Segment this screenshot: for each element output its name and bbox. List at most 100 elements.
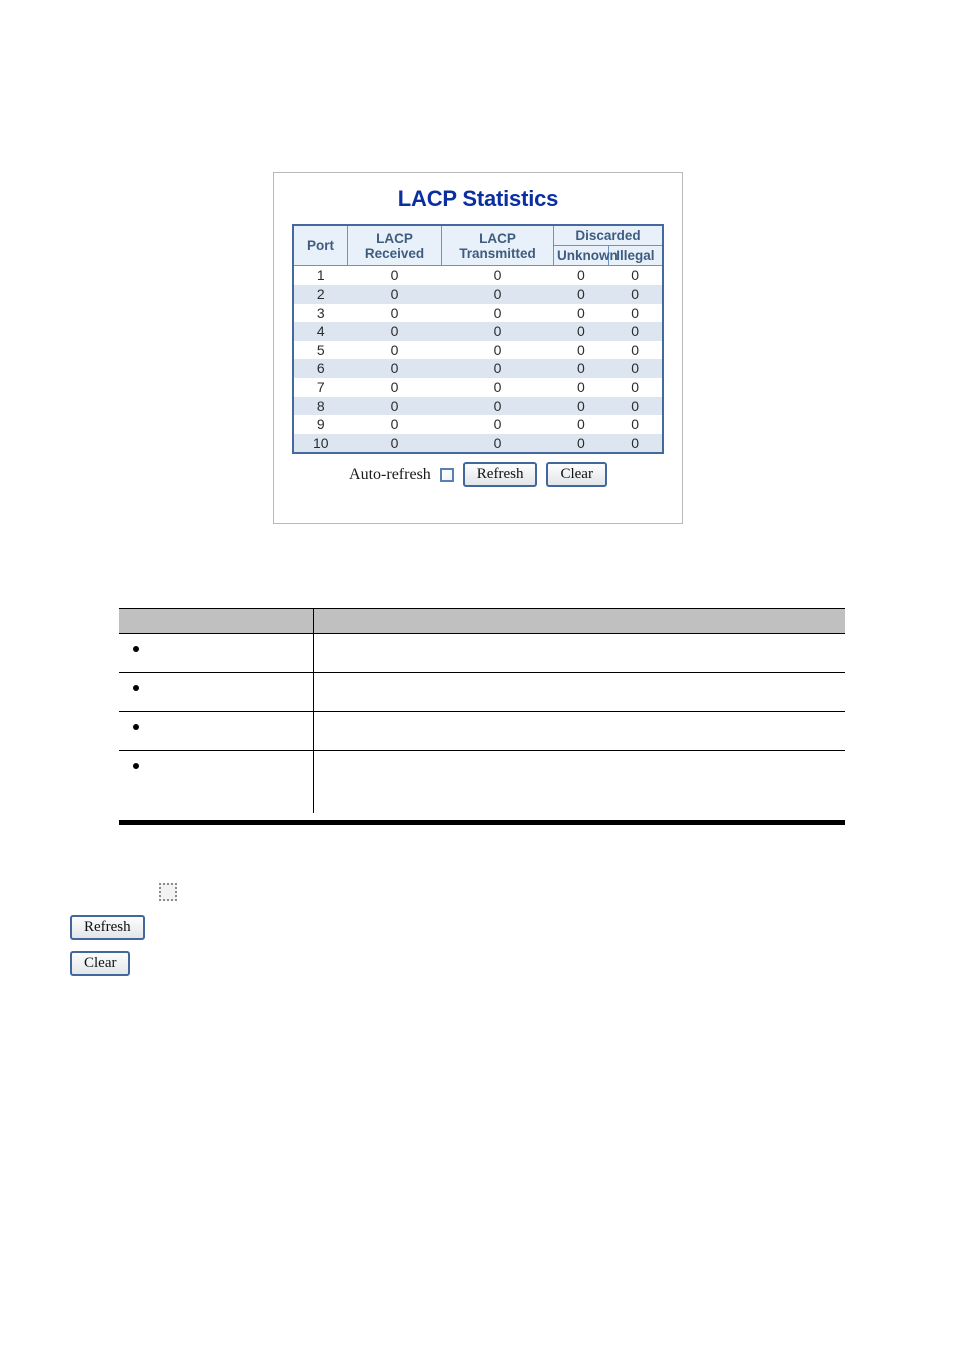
refresh-button[interactable]: Refresh bbox=[462, 462, 538, 488]
column-header-port: Port bbox=[292, 224, 348, 267]
cell-lacp-transmitted: 0 bbox=[441, 433, 554, 454]
table-body: 1000020000300004000050000600007000080000… bbox=[293, 265, 663, 454]
table-row: 90000 bbox=[293, 415, 663, 434]
stats-table-container: Port LACP Received LACP Transmitted Disc… bbox=[292, 224, 664, 455]
cell-lacp-transmitted: 0 bbox=[441, 396, 554, 416]
bullet-icon bbox=[133, 685, 139, 691]
cell-discarded-unknown: 0 bbox=[553, 265, 609, 285]
cell-lacp-received: 0 bbox=[347, 322, 442, 341]
cell-port: 7 bbox=[293, 377, 348, 397]
cell-discarded-unknown: 0 bbox=[553, 377, 609, 397]
cell-discarded-unknown: 0 bbox=[553, 396, 609, 416]
cell-port: 6 bbox=[293, 359, 348, 378]
cell-discarded-unknown: 0 bbox=[553, 322, 609, 341]
desc-table-header bbox=[119, 608, 845, 634]
cell-discarded-illegal: 0 bbox=[608, 285, 663, 304]
table-row bbox=[119, 672, 845, 712]
desc-description-cell bbox=[313, 633, 845, 673]
cell-lacp-received: 0 bbox=[347, 415, 442, 434]
cell-port: 5 bbox=[293, 340, 348, 360]
cell-lacp-transmitted: 0 bbox=[441, 285, 554, 304]
cell-lacp-received: 0 bbox=[347, 340, 442, 360]
cell-lacp-transmitted: 0 bbox=[441, 322, 554, 341]
cell-lacp-received: 0 bbox=[347, 303, 442, 323]
column-header-lacp-transmitted: LACP Transmitted bbox=[441, 224, 554, 267]
cell-discarded-unknown: 0 bbox=[553, 303, 609, 323]
cell-lacp-transmitted: 0 bbox=[441, 340, 554, 360]
cell-lacp-transmitted: 0 bbox=[441, 303, 554, 323]
cell-discarded-illegal: 0 bbox=[608, 322, 663, 341]
object-description-table bbox=[119, 608, 845, 813]
cell-discarded-unknown: 0 bbox=[553, 285, 609, 304]
lacp-statistics-table: Port LACP Received LACP Transmitted Disc… bbox=[292, 224, 664, 455]
cell-port: 10 bbox=[293, 433, 348, 454]
column-header-illegal: Illegal bbox=[607, 245, 664, 267]
cell-lacp-transmitted: 0 bbox=[441, 359, 554, 378]
table-row: 10 0 0 0 0 bbox=[293, 433, 663, 454]
table-row: 40000 bbox=[293, 322, 663, 341]
bullet-icon bbox=[133, 724, 139, 730]
header-row-top: Port LACP Received LACP Transmitted Disc… bbox=[292, 224, 664, 267]
desc-column-header-description bbox=[313, 608, 845, 634]
cell-discarded-illegal: 0 bbox=[608, 359, 663, 378]
cell-port: 2 bbox=[293, 285, 348, 304]
cell-lacp-received: 0 bbox=[347, 285, 442, 304]
table-row: 80000 bbox=[293, 396, 663, 416]
cell-discarded-illegal: 0 bbox=[608, 415, 663, 434]
cell-port: 3 bbox=[293, 303, 348, 323]
cell-lacp-transmitted: 0 bbox=[441, 265, 554, 285]
desc-term-cell bbox=[119, 750, 314, 813]
bullet-icon bbox=[133, 763, 139, 769]
table-row: 20000 bbox=[293, 285, 663, 304]
table-header: Port LACP Received LACP Transmitted Disc… bbox=[292, 224, 664, 267]
table-bottom-rule bbox=[119, 820, 845, 825]
table-row bbox=[119, 750, 846, 814]
cell-discarded-illegal: 0 bbox=[608, 377, 663, 397]
cell-lacp-transmitted: 0 bbox=[441, 415, 554, 434]
column-header-unknown: Unknown bbox=[553, 245, 618, 267]
desc-term-cell bbox=[119, 633, 314, 673]
cell-lacp-received: 0 bbox=[347, 377, 442, 397]
cell-discarded-illegal: 0 bbox=[608, 303, 663, 323]
cell-discarded-unknown: 0 bbox=[553, 433, 609, 454]
cell-port: 9 bbox=[293, 415, 348, 434]
table-row: 60000 bbox=[293, 359, 663, 378]
cell-discarded-illegal: 0 bbox=[608, 396, 663, 416]
clear-button[interactable]: Clear bbox=[546, 462, 607, 488]
column-header-lacp-received: LACP Received bbox=[347, 224, 442, 267]
desc-header-row bbox=[119, 608, 845, 634]
cell-lacp-received: 0 bbox=[347, 359, 442, 378]
cell-lacp-received: 0 bbox=[347, 265, 442, 285]
cell-discarded-illegal: 0 bbox=[608, 265, 663, 285]
table-row: 50000 bbox=[293, 340, 663, 360]
cell-discarded-unknown: 0 bbox=[553, 415, 609, 434]
bullet-icon bbox=[133, 646, 139, 652]
cell-lacp-transmitted: 0 bbox=[441, 377, 554, 397]
desc-description-cell bbox=[313, 711, 845, 751]
table-row bbox=[119, 711, 845, 751]
auto-refresh-label: Auto-refresh bbox=[349, 465, 431, 483]
cell-port: 8 bbox=[293, 396, 348, 416]
column-header-discarded: Discarded bbox=[553, 224, 664, 247]
panel-controls: Auto-refresh Refresh Clear bbox=[274, 462, 682, 488]
auto-refresh-checkbox[interactable] bbox=[439, 467, 454, 482]
cell-discarded-unknown: 0 bbox=[553, 340, 609, 360]
desc-description-cell bbox=[314, 751, 846, 814]
desc-column-header-object bbox=[119, 608, 314, 634]
table-row: 10000 bbox=[293, 265, 663, 285]
desc-table-body bbox=[119, 633, 846, 814]
cell-port: 1 bbox=[293, 265, 348, 285]
inline-refresh-button[interactable]: Refresh bbox=[70, 915, 145, 940]
page-title: LACP Statistics bbox=[397, 186, 559, 211]
table-row bbox=[119, 633, 845, 673]
inline-clear-button[interactable]: Clear bbox=[70, 951, 131, 976]
cell-discarded-illegal: 0 bbox=[608, 340, 663, 360]
cell-discarded-illegal: 0 bbox=[608, 433, 663, 454]
desc-term-cell bbox=[119, 711, 314, 751]
inline-checkbox-icon[interactable] bbox=[159, 883, 177, 901]
cell-lacp-received: 0 bbox=[347, 396, 442, 416]
lacp-statistics-panel: LACP Statistics Port LACP Received LACP … bbox=[273, 172, 683, 524]
desc-description-cell bbox=[313, 672, 845, 712]
table-row: 70000 bbox=[293, 377, 663, 397]
desc-term-cell bbox=[119, 672, 314, 712]
